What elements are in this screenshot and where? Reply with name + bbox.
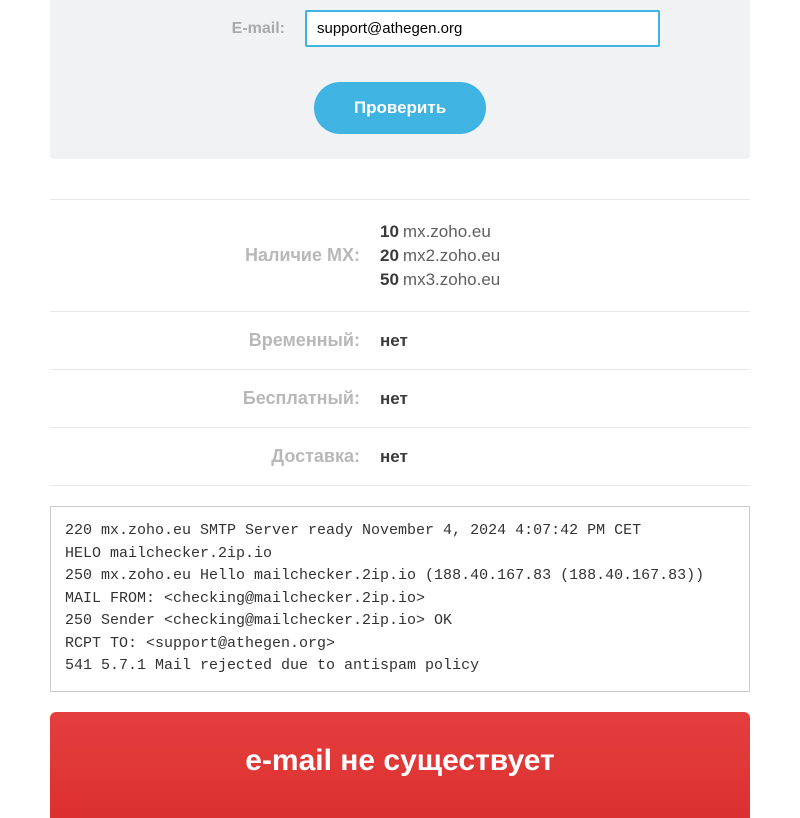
list-item: 20mx2.zoho.eu (380, 244, 500, 268)
result-banner: e-mail не существует (50, 712, 750, 818)
temporary-value: нет (380, 331, 408, 351)
list-item: 50mx3.zoho.eu (380, 268, 500, 292)
mx-label: Наличие MX: (50, 245, 360, 266)
delivery-row: Доставка: нет (50, 428, 750, 486)
email-label: E-mail: (100, 20, 285, 38)
delivery-value: нет (380, 447, 408, 467)
free-row: Бесплатный: нет (50, 370, 750, 428)
temporary-row: Временный: нет (50, 312, 750, 370)
check-form: E-mail: Проверить (50, 0, 750, 159)
delivery-label: Доставка: (50, 446, 360, 467)
button-row: Проверить (100, 82, 700, 134)
smtp-log: 220 mx.zoho.eu SMTP Server ready Novembe… (50, 506, 750, 692)
email-row: E-mail: (100, 10, 700, 47)
results-section: Наличие MX: 10mx.zoho.eu 20mx2.zoho.eu 5… (50, 199, 750, 486)
free-label: Бесплатный: (50, 388, 360, 409)
email-field[interactable] (305, 10, 660, 47)
mx-row: Наличие MX: 10mx.zoho.eu 20mx2.zoho.eu 5… (50, 199, 750, 312)
free-value: нет (380, 389, 408, 409)
temporary-label: Временный: (50, 330, 360, 351)
check-button[interactable]: Проверить (314, 82, 486, 134)
list-item: 10mx.zoho.eu (380, 220, 500, 244)
mx-list: 10mx.zoho.eu 20mx2.zoho.eu 50mx3.zoho.eu (380, 220, 500, 291)
